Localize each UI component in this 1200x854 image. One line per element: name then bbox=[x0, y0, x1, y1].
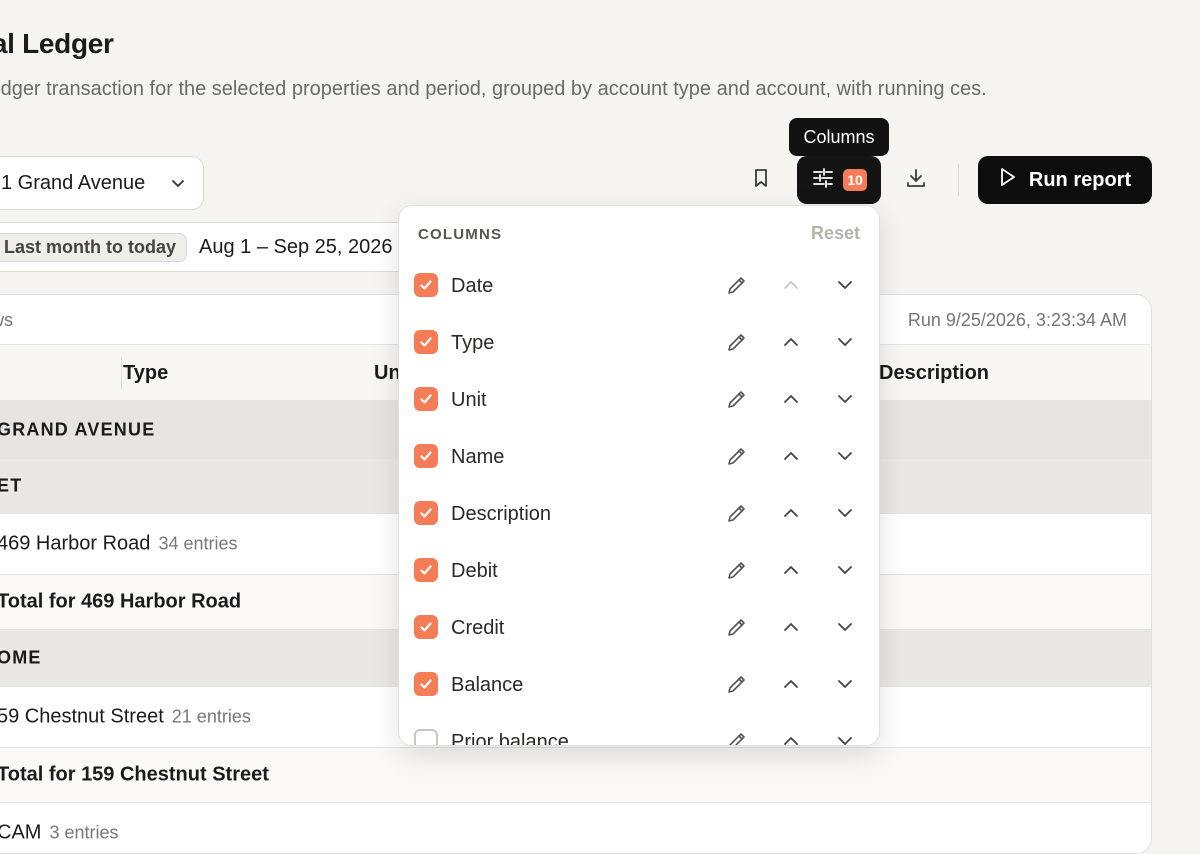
chevron-up-icon[interactable] bbox=[779, 501, 803, 530]
chevron-down-icon[interactable] bbox=[833, 273, 857, 302]
column-checkbox[interactable] bbox=[414, 273, 438, 297]
column-option[interactable]: Prior balance bbox=[399, 729, 879, 746]
chevron-down-icon[interactable] bbox=[833, 729, 857, 745]
account-type-label: OME bbox=[0, 647, 42, 668]
group-label: GRAND AVENUE bbox=[0, 419, 156, 439]
pencil-icon[interactable] bbox=[725, 330, 749, 359]
column-option-label: Date bbox=[451, 275, 494, 297]
columns-panel-title: COLUMNS bbox=[418, 226, 503, 243]
pencil-icon[interactable] bbox=[725, 672, 749, 701]
column-option[interactable]: Type bbox=[399, 330, 879, 387]
column-checkbox[interactable] bbox=[414, 558, 438, 582]
toolbar-divider bbox=[958, 164, 959, 196]
column-option[interactable]: Unit bbox=[399, 387, 879, 444]
run-report-label: Run report bbox=[1028, 168, 1132, 191]
columns-button[interactable]: 10 bbox=[797, 156, 881, 204]
pencil-icon[interactable] bbox=[725, 615, 749, 644]
chevron-down-icon[interactable] bbox=[833, 387, 857, 416]
column-checkbox[interactable] bbox=[414, 444, 438, 468]
column-checkbox[interactable] bbox=[414, 330, 438, 354]
chevron-up-icon[interactable] bbox=[779, 444, 803, 473]
columns-count-badge: 10 bbox=[843, 169, 867, 191]
column-checkbox[interactable] bbox=[414, 729, 438, 745]
pencil-icon[interactable] bbox=[725, 387, 749, 416]
run-timestamp: Run 9/25/2026, 3:23:34 AM bbox=[907, 310, 1127, 330]
account-type-label: ET bbox=[0, 475, 23, 496]
column-option-label: Unit bbox=[451, 389, 487, 411]
column-option-label: Prior balance bbox=[451, 731, 569, 746]
date-preset-chip[interactable]: Last month to today bbox=[0, 232, 187, 262]
page-description: ledger transaction for the selected prop… bbox=[0, 78, 987, 100]
total-label: Total for 159 Chestnut Street bbox=[0, 763, 269, 786]
reset-button[interactable]: Reset bbox=[811, 223, 860, 244]
column-checkbox[interactable] bbox=[414, 387, 438, 411]
sliders-icon bbox=[811, 166, 835, 195]
column-option[interactable]: Balance bbox=[399, 672, 879, 729]
property-select[interactable]: 1 Grand Avenue bbox=[0, 156, 204, 210]
pencil-icon[interactable] bbox=[725, 273, 749, 302]
pencil-icon[interactable] bbox=[725, 729, 749, 745]
account-name: 469 Harbor Road bbox=[0, 532, 151, 555]
account-label: 469 Harbor Road 34 entries bbox=[0, 533, 238, 556]
account-name: CAM bbox=[0, 821, 42, 844]
account-label: CAM 3 entries bbox=[0, 822, 119, 845]
column-option-label: Description bbox=[451, 503, 552, 525]
chevron-down-icon[interactable] bbox=[833, 672, 857, 701]
play-icon bbox=[999, 167, 1017, 193]
column-option[interactable]: Debit bbox=[399, 558, 879, 615]
date-range-value: Aug 1 – Sep 25, 2026 bbox=[199, 235, 393, 258]
chevron-up-icon[interactable] bbox=[779, 387, 803, 416]
account-row[interactable]: CAM 3 entries bbox=[0, 803, 1151, 853]
chevron-up-icon[interactable] bbox=[779, 558, 803, 587]
chevron-down-icon[interactable] bbox=[833, 615, 857, 644]
column-option[interactable]: Name bbox=[399, 444, 879, 501]
chevron-up-icon[interactable] bbox=[779, 615, 803, 644]
account-name: 59 Chestnut Street bbox=[0, 705, 164, 728]
chevron-down-icon[interactable] bbox=[833, 558, 857, 587]
column-option-label: Name bbox=[451, 446, 505, 468]
column-option-label: Balance bbox=[451, 674, 524, 696]
column-option[interactable]: Credit bbox=[399, 615, 879, 672]
pencil-icon[interactable] bbox=[725, 444, 749, 473]
chevron-down-icon[interactable] bbox=[833, 501, 857, 530]
column-checkbox[interactable] bbox=[414, 501, 438, 525]
columns-panel: COLUMNS Reset Date Type Unit Name Descriptio… bbox=[398, 205, 880, 746]
column-checkbox[interactable] bbox=[414, 615, 438, 639]
header-unit[interactable]: Un bbox=[374, 362, 401, 385]
bookmark-icon bbox=[750, 167, 772, 194]
column-option-label: Debit bbox=[451, 560, 498, 582]
column-option[interactable]: Description bbox=[399, 501, 879, 558]
account-label: 59 Chestnut Street 21 entries bbox=[0, 706, 251, 729]
chevron-down-icon[interactable] bbox=[833, 330, 857, 359]
chevron-up-icon[interactable] bbox=[779, 330, 803, 359]
property-select-value: 1 Grand Avenue bbox=[1, 171, 146, 194]
bookmark-button[interactable] bbox=[739, 158, 783, 202]
run-report-button[interactable]: Run report bbox=[978, 156, 1152, 204]
entry-count: 34 entries bbox=[158, 533, 238, 554]
download-button[interactable] bbox=[894, 158, 938, 202]
download-icon bbox=[904, 166, 928, 195]
chevron-up-icon[interactable] bbox=[779, 729, 803, 745]
column-divider[interactable] bbox=[121, 357, 122, 389]
header-type[interactable]: Type bbox=[123, 362, 168, 385]
chevron-up-icon bbox=[779, 273, 803, 302]
pencil-icon[interactable] bbox=[725, 501, 749, 530]
row-count: ows bbox=[0, 310, 14, 330]
column-option[interactable]: Date bbox=[399, 273, 879, 330]
chevron-up-icon[interactable] bbox=[779, 672, 803, 701]
pencil-icon[interactable] bbox=[725, 558, 749, 587]
header-description[interactable]: Description bbox=[879, 362, 989, 385]
chevron-down-icon bbox=[169, 174, 187, 198]
date-range-picker[interactable]: Last month to today Aug 1 – Sep 25, 2026 bbox=[0, 222, 420, 272]
total-row: Total for 159 Chestnut Street bbox=[0, 748, 1151, 803]
page-title: eral Ledger bbox=[0, 28, 114, 59]
column-checkbox[interactable] bbox=[414, 672, 438, 696]
column-option-label: Credit bbox=[451, 617, 505, 639]
chevron-down-icon[interactable] bbox=[833, 444, 857, 473]
columns-tooltip: Columns bbox=[789, 118, 889, 156]
total-label: Total for 469 Harbor Road bbox=[0, 590, 242, 613]
entry-count: 21 entries bbox=[171, 706, 251, 727]
column-option-label: Type bbox=[451, 332, 495, 354]
